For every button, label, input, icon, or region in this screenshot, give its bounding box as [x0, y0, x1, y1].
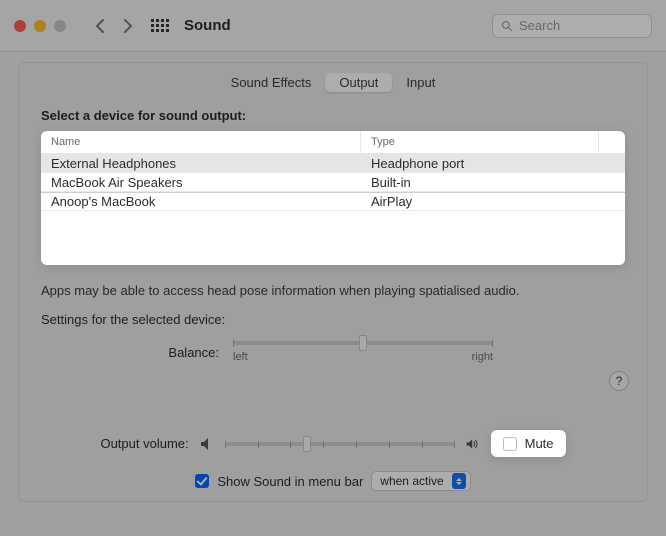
balance-knob[interactable] — [359, 335, 367, 351]
device-name: External Headphones — [41, 156, 361, 171]
table-row[interactable]: External Headphones Headphone port — [41, 154, 625, 173]
help-button[interactable]: ? — [609, 371, 629, 391]
search-placeholder: Search — [519, 18, 560, 33]
footer-controls: Output volume: Mute — [19, 430, 647, 491]
device-type: AirPlay — [361, 194, 625, 209]
balance-control: Balance: left right — [19, 341, 647, 363]
close-button[interactable] — [14, 20, 26, 32]
mute-checkbox[interactable] — [503, 437, 517, 451]
back-button[interactable] — [86, 12, 114, 40]
balance-left-label: left — [233, 351, 248, 363]
device-name: Anoop's MacBook — [41, 194, 361, 209]
column-type[interactable]: Type — [361, 131, 599, 153]
window-title: Sound — [184, 17, 231, 34]
pref-pane: Sound Effects Output Input Select a devi… — [18, 62, 648, 502]
output-device-table: Name Type External Headphones Headphone … — [41, 131, 625, 265]
output-volume-row: Output volume: Mute — [49, 430, 617, 457]
device-type: Headphone port — [361, 156, 625, 171]
tab-sound-effects[interactable]: Sound Effects — [217, 73, 326, 92]
search-input[interactable]: Search — [492, 14, 652, 38]
tab-bar: Sound Effects Output Input — [19, 73, 647, 92]
table-header: Name Type — [41, 131, 625, 154]
window-controls — [14, 20, 66, 32]
show-menubar-label: Show Sound in menu bar — [217, 474, 363, 489]
volume-high-icon — [465, 437, 481, 451]
menubar-row: Show Sound in menu bar when active — [49, 471, 617, 491]
balance-right-label: right — [472, 351, 493, 363]
minimize-button[interactable] — [34, 20, 46, 32]
select-stepper-icon — [452, 473, 466, 489]
tab-input[interactable]: Input — [392, 73, 449, 92]
maximize-button[interactable] — [54, 20, 66, 32]
show-menubar-checkbox[interactable] — [195, 474, 209, 488]
grid-icon — [151, 19, 169, 32]
balance-label: Balance: — [59, 345, 219, 360]
column-spacer — [599, 131, 625, 153]
toolbar: Sound Search — [0, 0, 666, 52]
output-volume-slider[interactable] — [225, 442, 455, 446]
menubar-when-select[interactable]: when active — [371, 471, 470, 491]
output-volume-label: Output volume: — [100, 436, 188, 451]
tab-output[interactable]: Output — [325, 73, 392, 92]
mute-label: Mute — [525, 436, 554, 451]
device-name: MacBook Air Speakers — [41, 175, 361, 190]
table-row[interactable]: MacBook Air Speakers Built-in — [41, 173, 625, 192]
volume-knob[interactable] — [303, 436, 311, 452]
forward-button[interactable] — [114, 12, 142, 40]
output-heading: Select a device for sound output: — [19, 108, 647, 131]
show-all-prefs-button[interactable] — [146, 12, 174, 40]
mute-control[interactable]: Mute — [491, 430, 566, 457]
device-type: Built-in — [361, 175, 625, 190]
table-row[interactable]: Anoop's MacBook AirPlay — [41, 192, 625, 211]
select-value: when active — [380, 474, 443, 488]
search-icon — [501, 20, 513, 32]
balance-slider[interactable] — [233, 341, 493, 345]
spatial-audio-hint: Apps may be able to access head pose inf… — [19, 265, 647, 304]
column-name[interactable]: Name — [41, 131, 361, 153]
settings-subheading: Settings for the selected device: — [19, 304, 647, 341]
volume-low-icon — [199, 437, 215, 451]
